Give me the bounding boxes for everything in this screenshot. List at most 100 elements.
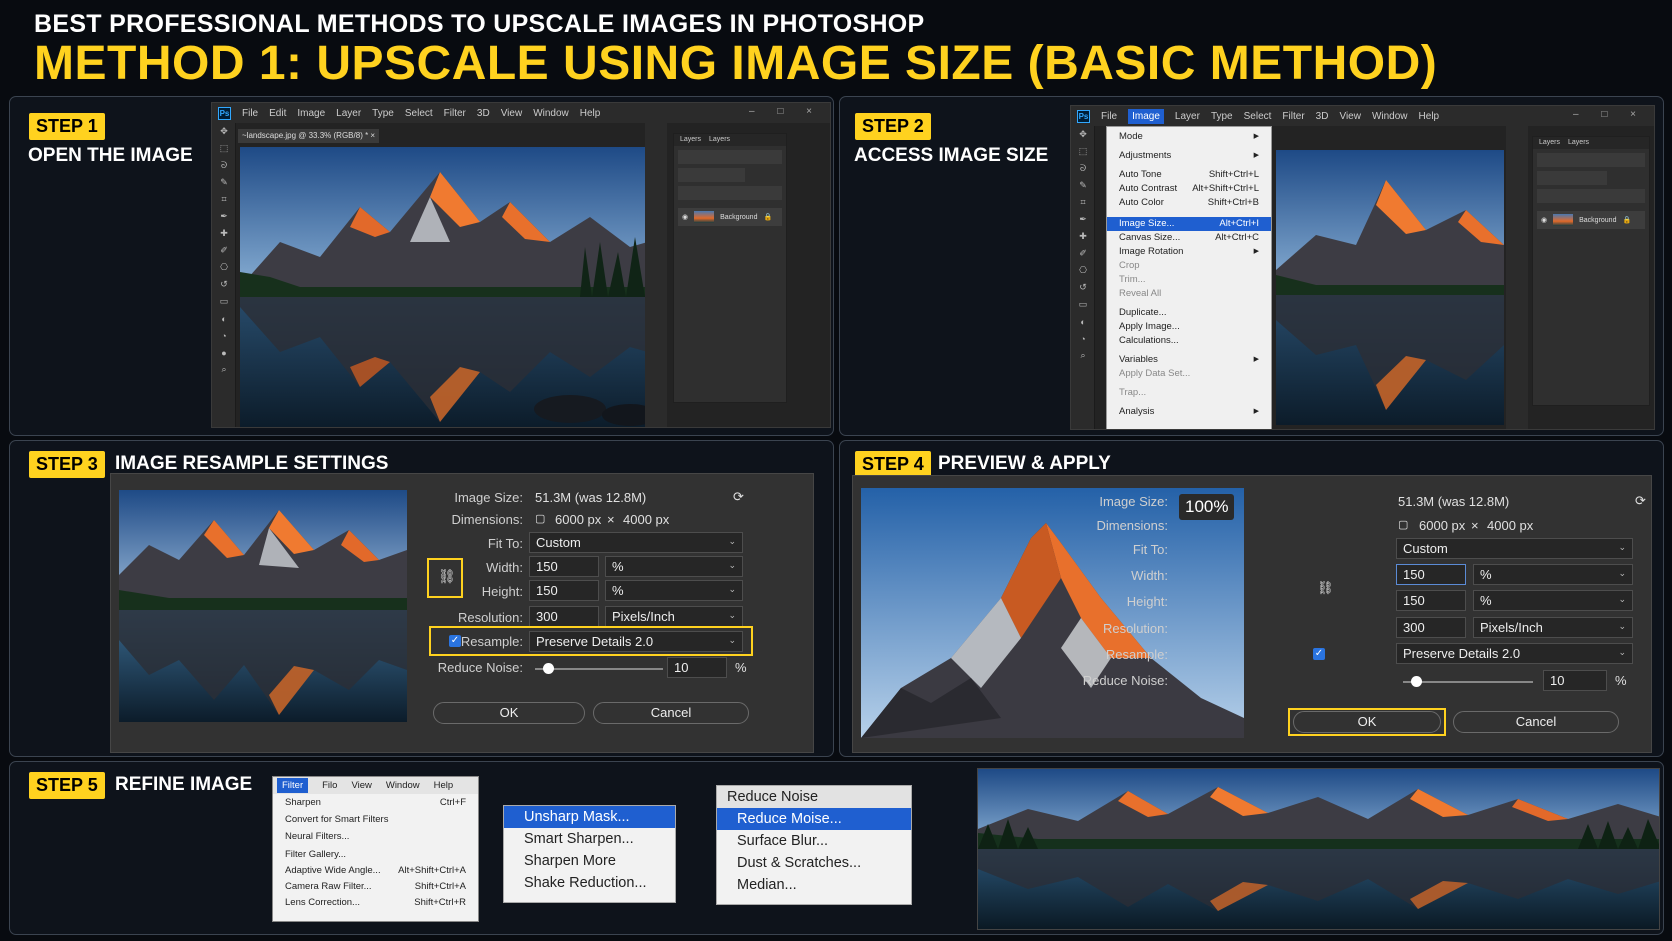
height-input[interactable]: 150 xyxy=(1396,590,1466,611)
menu-view[interactable]: View xyxy=(351,780,371,791)
menu-item-adjustments[interactable]: Adjustments ▶ xyxy=(1107,149,1271,163)
menu-item-apply-image[interactable]: Apply Image... xyxy=(1107,320,1271,334)
height-unit-select[interactable]: % ⌄ xyxy=(605,580,743,601)
menu-filter[interactable]: Filter xyxy=(444,108,466,119)
width-input[interactable]: 150 xyxy=(1396,564,1466,585)
filter-item-sharpen[interactable]: Sharpen Ctrl+F xyxy=(273,796,478,810)
filter-item-gallery[interactable]: Filter Gallery... xyxy=(273,848,478,862)
lock-row[interactable] xyxy=(1537,189,1645,203)
reduce-noise-input[interactable]: 10 xyxy=(1543,670,1607,691)
select-tool-icon[interactable]: ✎ xyxy=(212,174,236,191)
layers-tab-2[interactable]: Layers xyxy=(1568,139,1589,147)
menu-item-analysis[interactable]: Analysis ▶ xyxy=(1107,405,1271,419)
settings-gear-icon[interactable]: ⟳ xyxy=(1635,493,1646,509)
reduce-noise-slider-knob[interactable] xyxy=(1411,676,1422,687)
menu-item-image-rotation[interactable]: Image Rotation ▶ xyxy=(1107,245,1271,259)
resample-checkbox[interactable]: ✓ xyxy=(1313,648,1325,660)
resolution-input[interactable]: 300 xyxy=(529,606,599,627)
marquee-tool-icon[interactable]: ⬚ xyxy=(1071,143,1095,160)
constrain-proportions-link-icon[interactable]: ⛓ xyxy=(438,568,456,585)
layer-background[interactable]: ◉ Background 🔒 xyxy=(1537,211,1645,229)
layer-filter-row[interactable] xyxy=(1537,153,1645,167)
fit-to-select[interactable]: Custom ⌄ xyxy=(529,532,743,553)
menu-filter[interactable]: Filter xyxy=(1282,111,1304,122)
healing-tool-icon[interactable]: ✚ xyxy=(212,225,236,242)
dimensions-toggle-icon[interactable]: ▢ xyxy=(535,512,545,525)
menu-item-canvas-size[interactable]: Canvas Size... Alt+Ctrl+C xyxy=(1107,231,1271,245)
menu-help[interactable]: Help xyxy=(1419,111,1440,122)
constrain-proportions-link-icon[interactable]: ⛓ xyxy=(1317,580,1334,596)
layers-tab[interactable]: Layers xyxy=(680,136,701,144)
menu-item-variables[interactable]: Variables ▶ xyxy=(1107,353,1271,367)
resolution-unit-select[interactable]: Pixels/Inch ⌄ xyxy=(605,606,743,627)
menu-item-trim[interactable]: Trim... xyxy=(1107,273,1271,287)
resample-checkbox[interactable]: ✓ xyxy=(449,635,461,647)
menu-item-crop[interactable]: Crop xyxy=(1107,259,1271,273)
eyedropper-tool-icon[interactable]: ✒ xyxy=(212,208,236,225)
menu-item-image-size[interactable]: Image Size... Alt+Ctrl+I xyxy=(1107,217,1271,231)
menu-3d[interactable]: 3D xyxy=(1316,111,1329,122)
menu-image-active[interactable]: Image xyxy=(1128,108,1164,124)
healing-tool-icon[interactable]: ✚ xyxy=(1071,228,1095,245)
ok-button[interactable]: OK xyxy=(433,702,585,724)
menu-select[interactable]: Select xyxy=(405,108,433,119)
blend-mode-row[interactable] xyxy=(678,168,746,182)
menu-help[interactable]: Help xyxy=(434,780,454,791)
filter-item-convert-smart[interactable]: Convert for Smart Filters xyxy=(273,813,478,827)
height-unit-select[interactable]: % ⌄ xyxy=(1473,590,1633,611)
menu-layer[interactable]: Layer xyxy=(336,108,361,119)
stamp-tool-icon[interactable]: ⎔ xyxy=(1071,262,1095,279)
resolution-unit-select[interactable]: Pixels/Inch ⌄ xyxy=(1473,617,1633,638)
select-tool-icon[interactable]: ✎ xyxy=(1071,177,1095,194)
lasso-tool-icon[interactable]: ᘐ xyxy=(1071,160,1095,177)
menu-item-reveal-all[interactable]: Reveal All xyxy=(1107,287,1271,301)
menu-select[interactable]: Select xyxy=(1244,111,1272,122)
submenu-smart-sharpen[interactable]: Smart Sharpen... xyxy=(504,828,675,850)
history-brush-icon[interactable]: ↺ xyxy=(1071,279,1095,296)
brush-tool-icon[interactable]: ✐ xyxy=(1071,245,1095,262)
lock-row[interactable] xyxy=(678,186,782,200)
menu-item-duplicate[interactable]: Duplicate... xyxy=(1107,306,1271,320)
eraser-tool-icon[interactable]: ▭ xyxy=(1071,296,1095,313)
menu-window[interactable]: Window xyxy=(386,780,420,791)
resample-select[interactable]: Preserve Details 2.0 ⌄ xyxy=(529,631,743,652)
filter-item-neural[interactable]: Neural Filters... xyxy=(273,830,478,844)
menu-item-mode[interactable]: Mode ▶ xyxy=(1107,130,1271,144)
cancel-button[interactable]: Cancel xyxy=(593,702,749,724)
resample-select[interactable]: Preserve Details 2.0 ⌄ xyxy=(1396,643,1633,664)
menu-item-auto-contrast[interactable]: Auto Contrast Alt+Shift+Ctrl+L xyxy=(1107,182,1271,196)
eye-icon[interactable]: ◉ xyxy=(1541,216,1547,224)
crop-tool-icon[interactable]: ⌗ xyxy=(1071,194,1095,211)
brush-tool-icon[interactable]: ✐ xyxy=(212,242,236,259)
menu-filter-active[interactable]: Filter xyxy=(277,778,309,793)
submenu-median[interactable]: Median... xyxy=(717,874,911,896)
dodge-tool-icon[interactable]: ● xyxy=(212,344,236,361)
reduce-noise-slider-track[interactable] xyxy=(1403,681,1533,683)
dimensions-toggle-icon[interactable]: ▢ xyxy=(1398,518,1408,531)
history-brush-icon[interactable]: ↺ xyxy=(212,276,236,293)
submenu-surface-blur[interactable]: Surface Blur... xyxy=(717,830,911,852)
lasso-tool-icon[interactable]: ᘐ xyxy=(212,157,236,174)
height-input[interactable]: 150 xyxy=(529,580,599,601)
width-unit-select[interactable]: % ⌄ xyxy=(1473,564,1633,585)
filter-item-adaptive-wide[interactable]: Adaptive Wide Angle... Alt+Shift+Ctrl+A xyxy=(273,864,478,878)
crop-tool-icon[interactable]: ⌗ xyxy=(212,191,236,208)
blend-mode-row[interactable] xyxy=(1537,171,1607,185)
menu-item-auto-tone[interactable]: Auto Tone Shift+Ctrl+L xyxy=(1107,168,1271,182)
menu-item-auto-color[interactable]: Auto Color Shift+Ctrl+B xyxy=(1107,196,1271,210)
submenu-sharpen-more[interactable]: Sharpen More xyxy=(504,850,675,872)
menu-help[interactable]: Help xyxy=(580,108,601,119)
eyedropper-tool-icon[interactable]: ✒ xyxy=(1071,211,1095,228)
menu-file[interactable]: File xyxy=(242,108,258,119)
layers-tab[interactable]: Layers xyxy=(1539,139,1560,147)
marquee-tool-icon[interactable]: ⬚ xyxy=(212,140,236,157)
reduce-noise-slider-track[interactable] xyxy=(535,668,663,670)
zoom-tool-icon[interactable]: ⌕ xyxy=(1071,347,1095,364)
menu-type[interactable]: Type xyxy=(372,108,394,119)
blur-tool-icon[interactable]: ◔ xyxy=(212,327,236,344)
zoom-tool-icon[interactable]: ⌕ xyxy=(212,361,236,378)
ok-button[interactable]: OK xyxy=(1293,711,1441,733)
settings-gear-icon[interactable]: ⟳ xyxy=(733,489,744,505)
eraser-tool-icon[interactable]: ▭ xyxy=(212,293,236,310)
document-tab[interactable]: ~landscape.jpg @ 33.3% (RGB/8) * × xyxy=(238,129,380,143)
